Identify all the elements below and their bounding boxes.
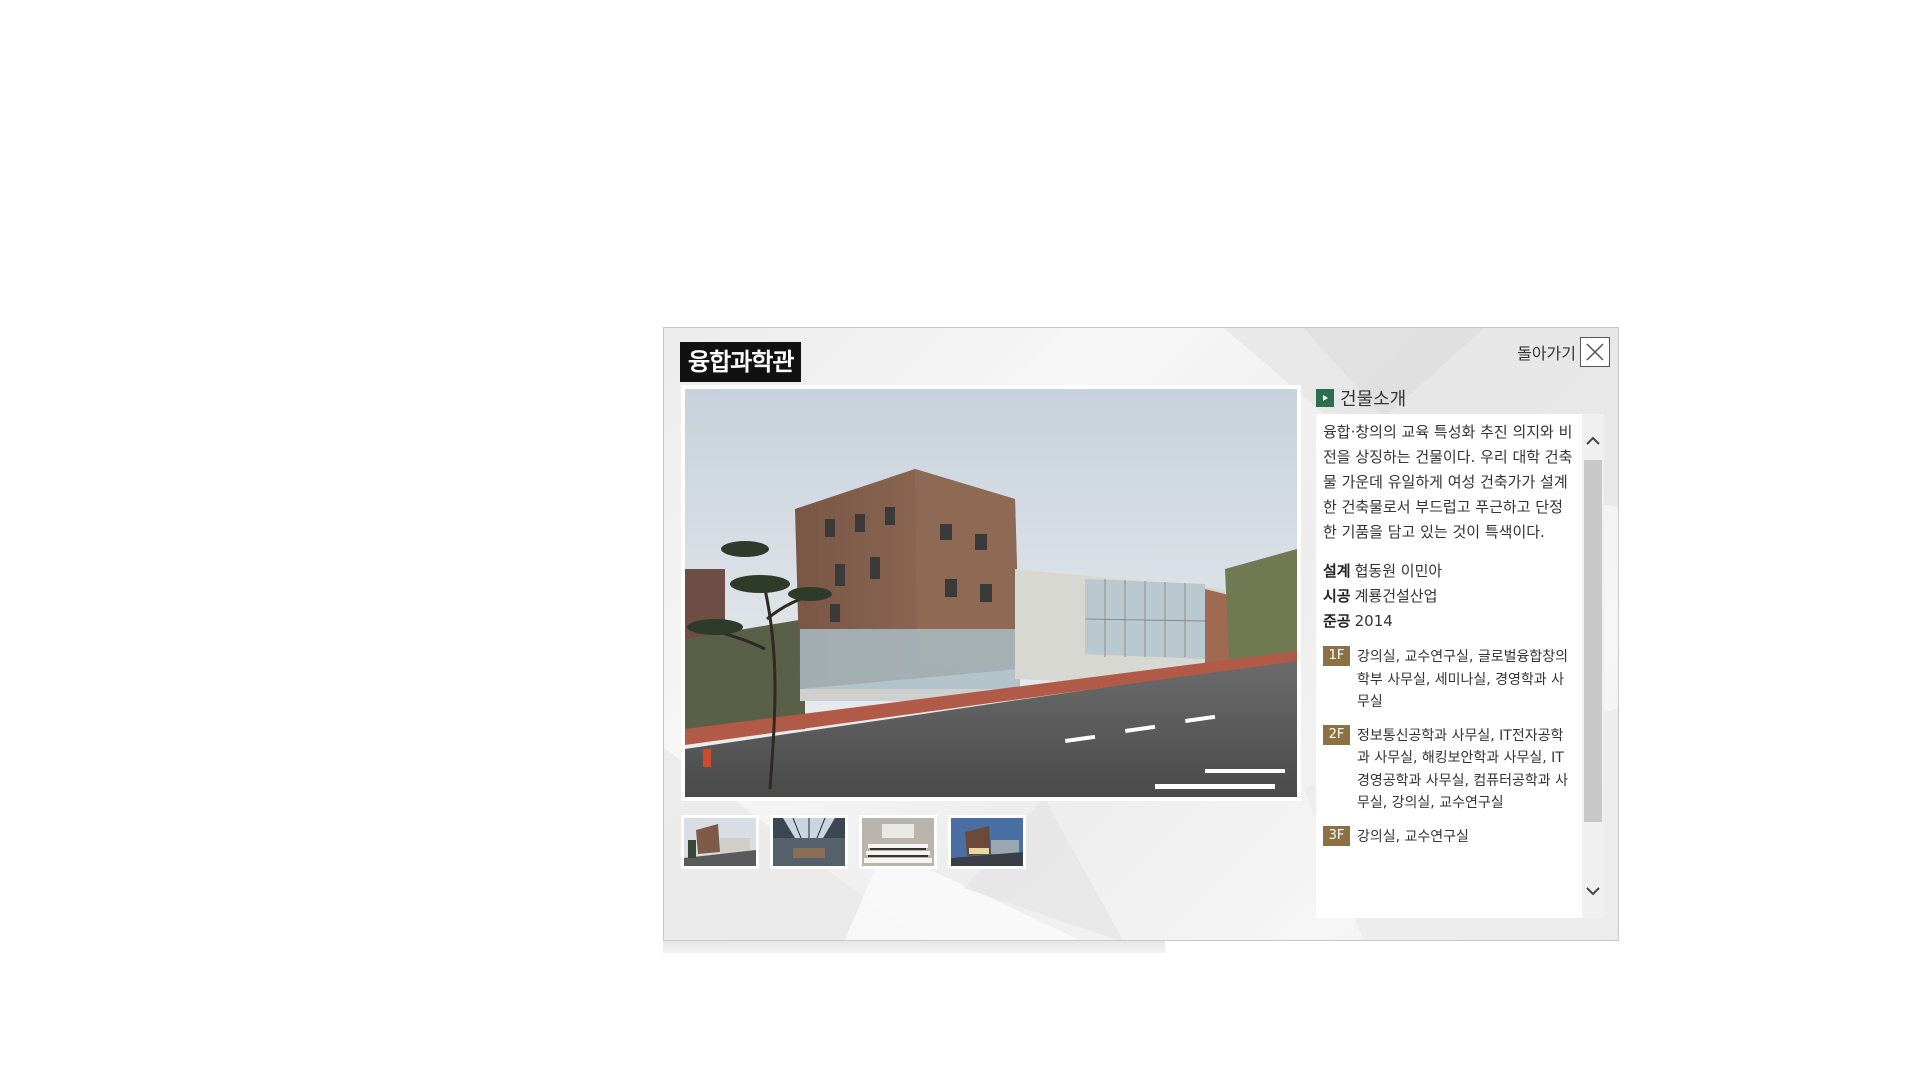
thumbnail-exterior-night-image [951, 818, 1023, 866]
info-heading-label: 건물소개 [1340, 389, 1407, 410]
page-title: 융합과학관 [680, 342, 802, 382]
main-building-photo [681, 385, 1301, 801]
info-content: 융합·창의의 교육 특성화 추진 의지와 비전을 상징하는 건물이다. 우리 대… [1323, 420, 1575, 859]
thumbnail-3[interactable] [859, 815, 937, 869]
chevron-up-icon[interactable] [1582, 430, 1604, 452]
thumbnail-lecture-room-image [862, 818, 934, 866]
spec-design-label: 설계 [1323, 562, 1351, 580]
spec-construction-value: 계룡건설산업 [1354, 587, 1438, 605]
info-heading: 건물소개 [1316, 386, 1604, 410]
spec-design-value: 협동원 이민아 [1354, 562, 1443, 580]
floor-item: 3F 강의실, 교수연구실 [1323, 825, 1575, 849]
floor-list: 1F 강의실, 교수연구실, 글로벌융합창의학부 사무실, 세미나실, 경영학과… [1323, 646, 1575, 848]
thumbnail-strip [681, 815, 1026, 869]
building-description: 융합·창의의 교육 특성화 추진 의지와 비전을 상징하는 건물이다. 우리 대… [1323, 423, 1573, 541]
floor-badge: 3F [1323, 825, 1350, 846]
floor-text: 강의실, 교수연구실, 글로벌융합창의학부 사무실, 세미나실, 경영학과 사무… [1357, 649, 1568, 710]
floor-item: 2F 정보통신공학과 사무실, IT전자공학과 사무실, 해킹보안학과 사무실,… [1323, 724, 1575, 815]
spec-construction: 시공 계룡건설산업 [1323, 584, 1575, 609]
play-bullet-icon [1316, 389, 1334, 407]
thumbnail-exterior-image [684, 818, 756, 866]
back-button[interactable]: 돌아가기 [1517, 336, 1610, 368]
chevron-down-icon[interactable] [1582, 880, 1604, 902]
spec-design: 설계 협동원 이민아 [1323, 559, 1575, 584]
scrollbar[interactable] [1582, 414, 1604, 918]
building-photo-image [685, 389, 1297, 797]
thumbnail-2[interactable] [770, 815, 848, 869]
popup-shadow-bar [663, 941, 1165, 953]
floor-badge: 1F [1323, 646, 1350, 666]
scrollbar-thumb[interactable] [1584, 460, 1602, 822]
floor-text: 강의실, 교수연구실 [1357, 828, 1469, 845]
back-label: 돌아가기 [1517, 344, 1576, 363]
building-info-popup: 융합과학관 돌아가기 건물소개 융합·창의의 교육 특성화 추진 의지와 비전을… [663, 327, 1619, 941]
spec-completion-value: 2014 [1354, 612, 1393, 630]
floor-text: 정보통신공학과 사무실, IT전자공학과 사무실, 해킹보안학과 사무실, IT… [1357, 727, 1568, 812]
thumbnail-atrium-image [773, 818, 845, 866]
spec-completion: 준공 2014 [1323, 609, 1575, 634]
spec-completion-label: 준공 [1323, 612, 1351, 630]
thumbnail-1[interactable] [681, 815, 759, 869]
spec-construction-label: 시공 [1323, 587, 1351, 605]
close-icon[interactable] [1580, 337, 1610, 367]
info-scroll-box[interactable]: 융합·창의의 교육 특성화 추진 의지와 비전을 상징하는 건물이다. 우리 대… [1316, 414, 1604, 918]
floor-badge: 2F [1323, 724, 1350, 745]
thumbnail-4[interactable] [948, 815, 1026, 869]
floor-item: 1F 강의실, 교수연구실, 글로벌융합창의학부 사무실, 세미나실, 경영학과… [1323, 646, 1575, 714]
building-info-panel: 건물소개 융합·창의의 교육 특성화 추진 의지와 비전을 상징하는 건물이다.… [1316, 386, 1604, 918]
